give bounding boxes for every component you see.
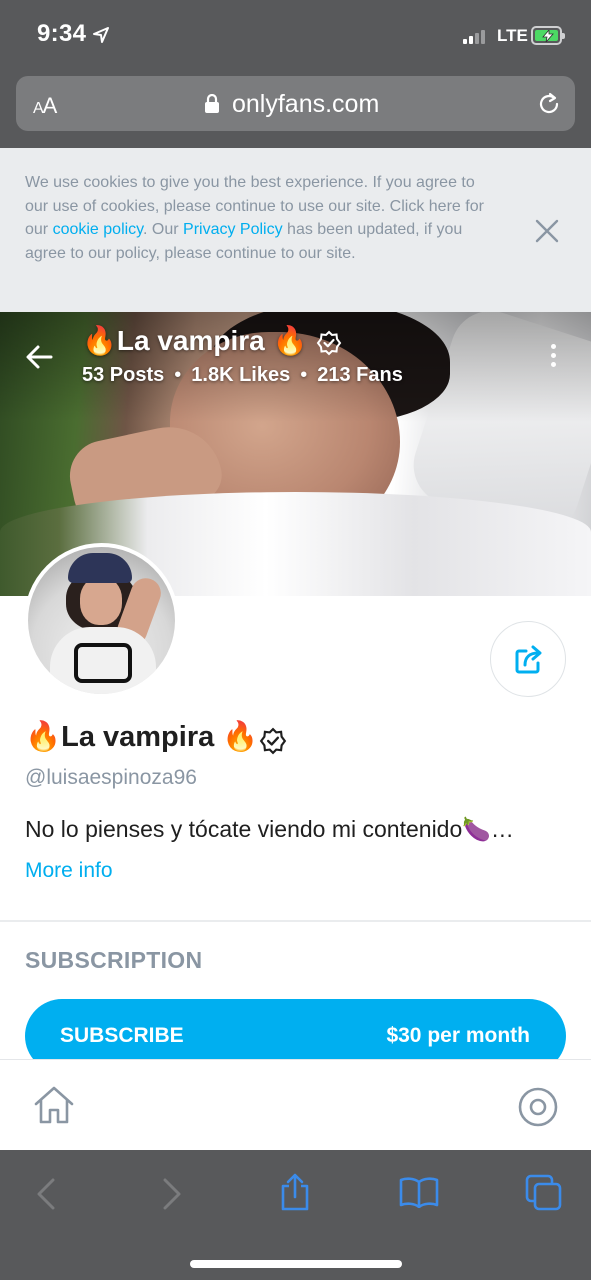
back-arrow-icon[interactable] — [24, 342, 54, 372]
cookie-text: We use cookies to give you the best expe… — [25, 174, 484, 262]
fans-count: 213 Fans — [317, 364, 403, 386]
profile-name: 🔥La vampira 🔥 — [25, 721, 259, 753]
subscribe-label: SUBSCRIBE — [60, 1024, 184, 1047]
forward-icon[interactable] — [162, 1178, 182, 1210]
profile-icon[interactable] — [517, 1086, 559, 1128]
profile-stats: 53 Posts • 1.8K Likes • 213 Fans — [82, 364, 403, 386]
reload-icon[interactable] — [536, 91, 562, 117]
likes-count: 1.8K Likes — [191, 364, 291, 386]
profile-handle: @luisaespinoza96 — [25, 766, 197, 789]
share-icon[interactable] — [278, 1172, 312, 1212]
profile-bio: No lo pienses y tócate viendo mi conteni… — [25, 816, 514, 842]
posts-count[interactable]: 53 Posts — [82, 364, 164, 386]
address-bar[interactable]: AA onlyfans.com — [16, 76, 575, 131]
cookie-policy-link[interactable]: cookie policy — [53, 221, 143, 238]
cover-profile-name: 🔥La vampira 🔥 — [82, 325, 308, 356]
cookie-banner: We use cookies to give you the best expe… — [0, 148, 591, 312]
bookmarks-icon[interactable] — [399, 1176, 439, 1208]
url-text[interactable]: onlyfans.com — [232, 90, 379, 119]
status-time: 9:34 — [37, 20, 87, 47]
home-indicator[interactable] — [190, 1260, 402, 1268]
safari-toolbar — [0, 1150, 591, 1280]
tabs-icon[interactable] — [525, 1174, 563, 1212]
divider — [0, 920, 591, 922]
lock-icon — [205, 94, 219, 113]
verified-badge-icon — [316, 330, 342, 356]
app-bottom-nav — [0, 1059, 591, 1150]
privacy-policy-link[interactable]: Privacy Policy — [183, 221, 283, 238]
more-dots-icon[interactable] — [551, 344, 559, 371]
text-size-button[interactable]: AA — [33, 93, 57, 119]
network-type: LTE — [497, 26, 528, 45]
more-info-link[interactable]: More info — [25, 859, 113, 883]
subscription-heading: SUBSCRIPTION — [25, 947, 203, 973]
battery-icon — [531, 26, 565, 45]
location-arrow-icon — [93, 27, 109, 43]
avatar[interactable] — [24, 543, 179, 698]
browser-top-chrome: 9:34 LTE AA onlyfans.com — [0, 0, 591, 148]
signal-strength-icon — [463, 29, 485, 44]
close-icon[interactable] — [533, 217, 561, 245]
home-icon[interactable] — [32, 1084, 76, 1126]
share-icon — [515, 645, 542, 674]
verified-badge-icon — [259, 727, 287, 755]
subscription-price: $30 per month — [386, 1024, 530, 1047]
back-icon[interactable] — [36, 1178, 56, 1210]
share-profile-button[interactable] — [490, 621, 566, 697]
